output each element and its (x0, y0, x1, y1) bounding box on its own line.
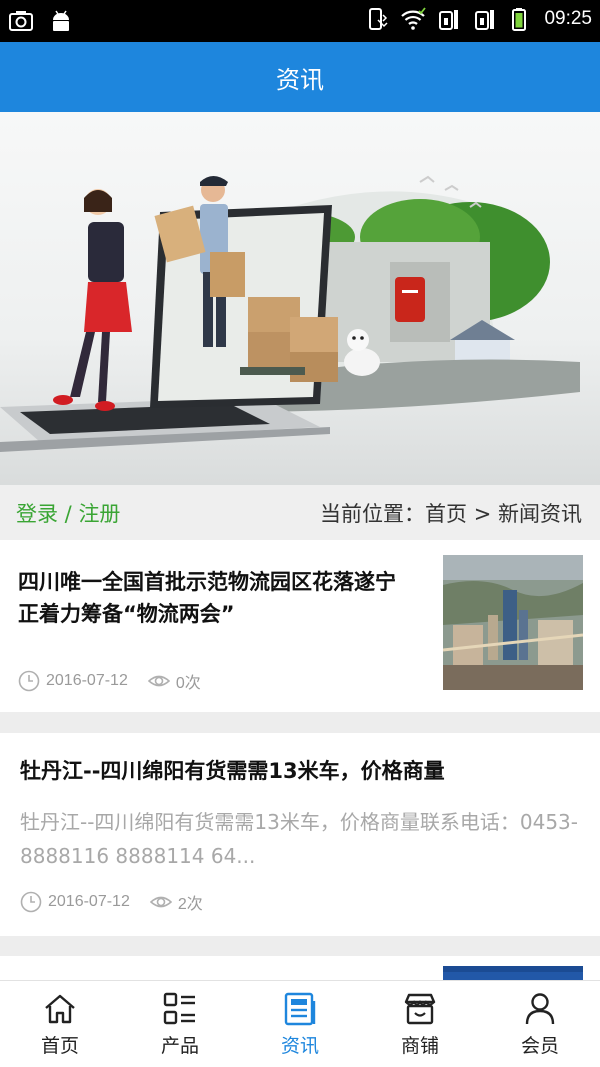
register-link[interactable]: 注册 (78, 502, 120, 526)
banner-illustration (0, 175, 580, 452)
sim2-icon (475, 10, 495, 30)
nav-member[interactable]: 会员 (480, 981, 600, 1067)
breadcrumb: 当前位置：首页 > 新闻资讯 (320, 501, 582, 526)
member-icon (525, 992, 555, 1024)
wifi-icon (401, 7, 427, 30)
nav-home[interactable]: 首页 (0, 981, 120, 1067)
news-item[interactable]: 牡丹江--四川绵阳有货需需13米车，价格商量 牡丹江--四川绵阳有货需需13米车… (0, 733, 600, 936)
auth-links: 登录 / 注册 (16, 498, 120, 528)
news-meta: 2016-07-12 0次 (18, 669, 221, 693)
product-grid-icon (163, 992, 195, 1024)
eye-icon (149, 896, 172, 908)
title-bar: 资讯 (0, 42, 600, 112)
nav-shop[interactable]: 商铺 (360, 981, 480, 1067)
news-title[interactable]: 四川唯一全国首批示范物流园区花落遂宁 正着力筹备“物流两会” (18, 566, 418, 630)
sim1-icon (439, 10, 459, 30)
nav-label: 会员 (520, 1034, 559, 1057)
nav-news[interactable]: 资讯 (240, 981, 360, 1067)
city-aerial-image (443, 555, 583, 690)
status-bar: 09:25 (0, 0, 600, 42)
news-date: 2016-07-12 (48, 893, 130, 910)
screenshot-icon (9, 11, 33, 31)
banner-image[interactable] (0, 112, 600, 485)
nav-label: 商铺 (400, 1034, 439, 1057)
vibrate-icon (369, 8, 388, 30)
news-item[interactable]: 四川唯一全国首批示范物流园区花落遂宁 正着力筹备“物流两会” 2016-07-1… (0, 540, 600, 712)
news-views: 0次 (175, 675, 201, 692)
status-time: 09:25 (544, 8, 592, 29)
page-title: 资讯 (276, 66, 324, 94)
android-icon (53, 10, 69, 31)
home-icon (45, 994, 75, 1023)
location-bar: 登录 / 注册 当前位置：首页 > 新闻资讯 (0, 485, 600, 540)
news-date: 2016-07-12 (46, 672, 128, 689)
bottom-nav: 首页 产品 资讯 商铺 会员 (0, 980, 600, 1067)
nav-label: 产品 (160, 1034, 199, 1057)
news-thumbnail[interactable] (443, 555, 583, 690)
battery-icon (512, 8, 527, 31)
news-description: 牡丹江--四川绵阳有货需需13米车，价格商量联系电话：0453-8888116 … (20, 810, 578, 868)
nav-label: 资讯 (280, 1034, 319, 1057)
eye-icon (147, 675, 170, 687)
login-link[interactable]: 登录 (16, 502, 58, 526)
news-meta: 2016-07-12 2次 (20, 890, 223, 914)
auth-separator: / (58, 501, 79, 526)
news-title[interactable]: 牡丹江--四川绵阳有货需需13米车，价格商量 (20, 755, 590, 787)
shop-icon (404, 993, 436, 1024)
clock-icon (18, 670, 40, 692)
nav-label: 首页 (40, 1034, 79, 1057)
news-icon (284, 992, 316, 1025)
news-views: 2次 (177, 896, 203, 913)
clock-icon (20, 891, 42, 913)
nav-products[interactable]: 产品 (120, 981, 240, 1067)
